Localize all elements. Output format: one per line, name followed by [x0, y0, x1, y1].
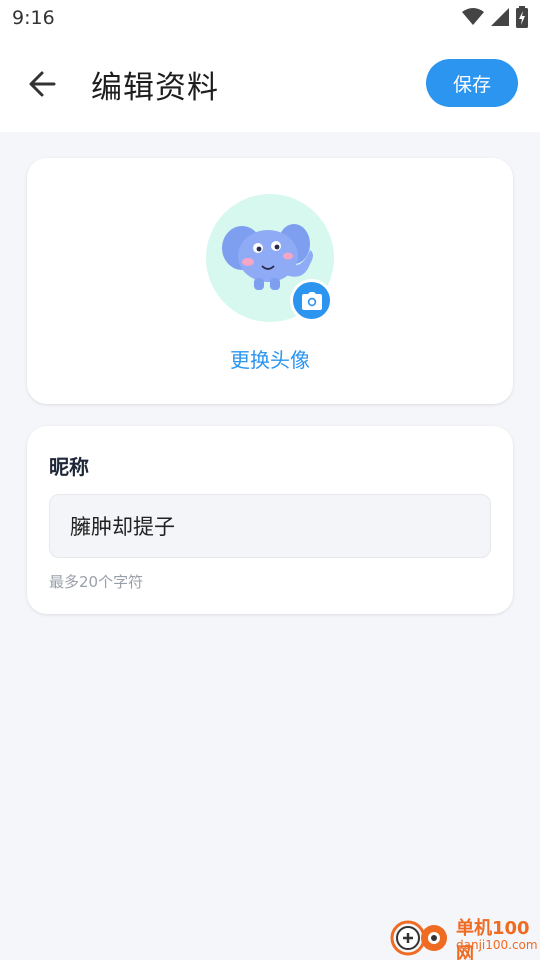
watermark: 单机100网 danji100.com: [390, 914, 540, 960]
status-icons: [462, 6, 528, 28]
watermark-url: danji100.com: [456, 938, 538, 952]
wifi-icon: [462, 8, 484, 25]
nickname-label: 昵称: [49, 455, 89, 479]
camera-icon: [301, 291, 322, 310]
signal-icon: [491, 8, 509, 26]
nickname-input[interactable]: [49, 494, 491, 558]
save-button[interactable]: 保存: [426, 59, 518, 107]
nickname-hint: 最多20个字符: [49, 573, 144, 591]
arrow-left-icon: [29, 71, 56, 97]
watermark-logo-icon: [390, 920, 447, 956]
status-bar: 9:16: [0, 0, 540, 36]
change-avatar-link[interactable]: 更换头像: [27, 344, 513, 373]
back-button[interactable]: [22, 64, 62, 104]
camera-button[interactable]: [290, 279, 333, 322]
status-time: 9:16: [12, 7, 55, 29]
app-bar: 编辑资料 保存: [0, 36, 540, 132]
avatar-card: 更换头像: [27, 158, 513, 404]
page-title: 编辑资料: [91, 70, 219, 106]
nickname-card: 昵称 最多20个字符: [27, 426, 513, 614]
watermark-title: 单机100网: [456, 918, 530, 960]
battery-icon: [516, 6, 528, 28]
